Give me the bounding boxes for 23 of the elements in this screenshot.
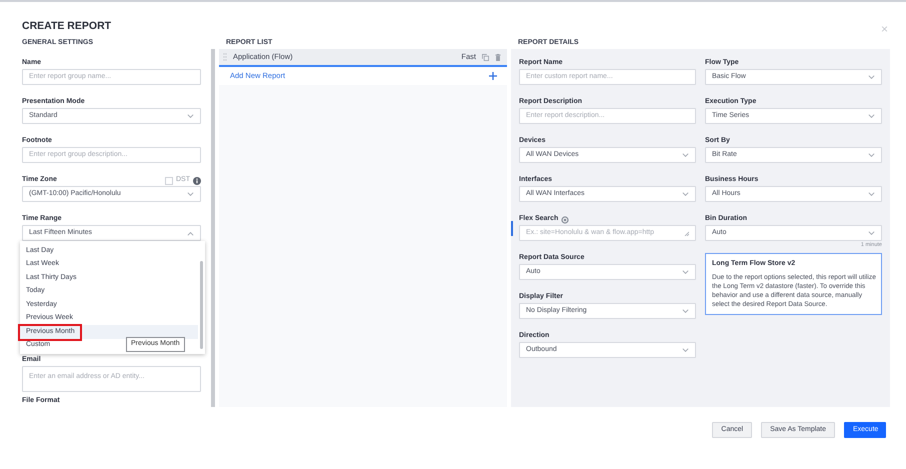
info-icon	[193, 176, 201, 184]
caret-down-icon	[187, 192, 194, 196]
caret-down-icon	[868, 114, 875, 118]
caret-down-icon	[868, 74, 875, 80]
highlight-box	[18, 324, 82, 340]
caret-down-icon	[868, 192, 875, 196]
caret-down-icon	[682, 270, 689, 274]
caret-down-icon	[187, 114, 194, 118]
resize-handle-icon	[684, 230, 689, 236]
caret-down-icon	[682, 152, 689, 158]
caret-down-icon	[682, 308, 689, 314]
caret-down-icon	[868, 152, 875, 158]
focus-indicator	[511, 221, 513, 236]
dst-checkbox[interactable]	[165, 176, 173, 184]
drag-handle-icon	[223, 53, 227, 61]
caret-up-icon	[187, 230, 194, 236]
trash-icon	[495, 54, 501, 60]
plus-icon	[489, 72, 497, 80]
dialog-title: CREATE REPORT	[22, 19, 112, 34]
copy-icon	[482, 54, 489, 60]
caret-down-icon	[868, 230, 875, 236]
caret-down-icon	[682, 348, 689, 352]
caret-down-icon	[682, 192, 689, 196]
